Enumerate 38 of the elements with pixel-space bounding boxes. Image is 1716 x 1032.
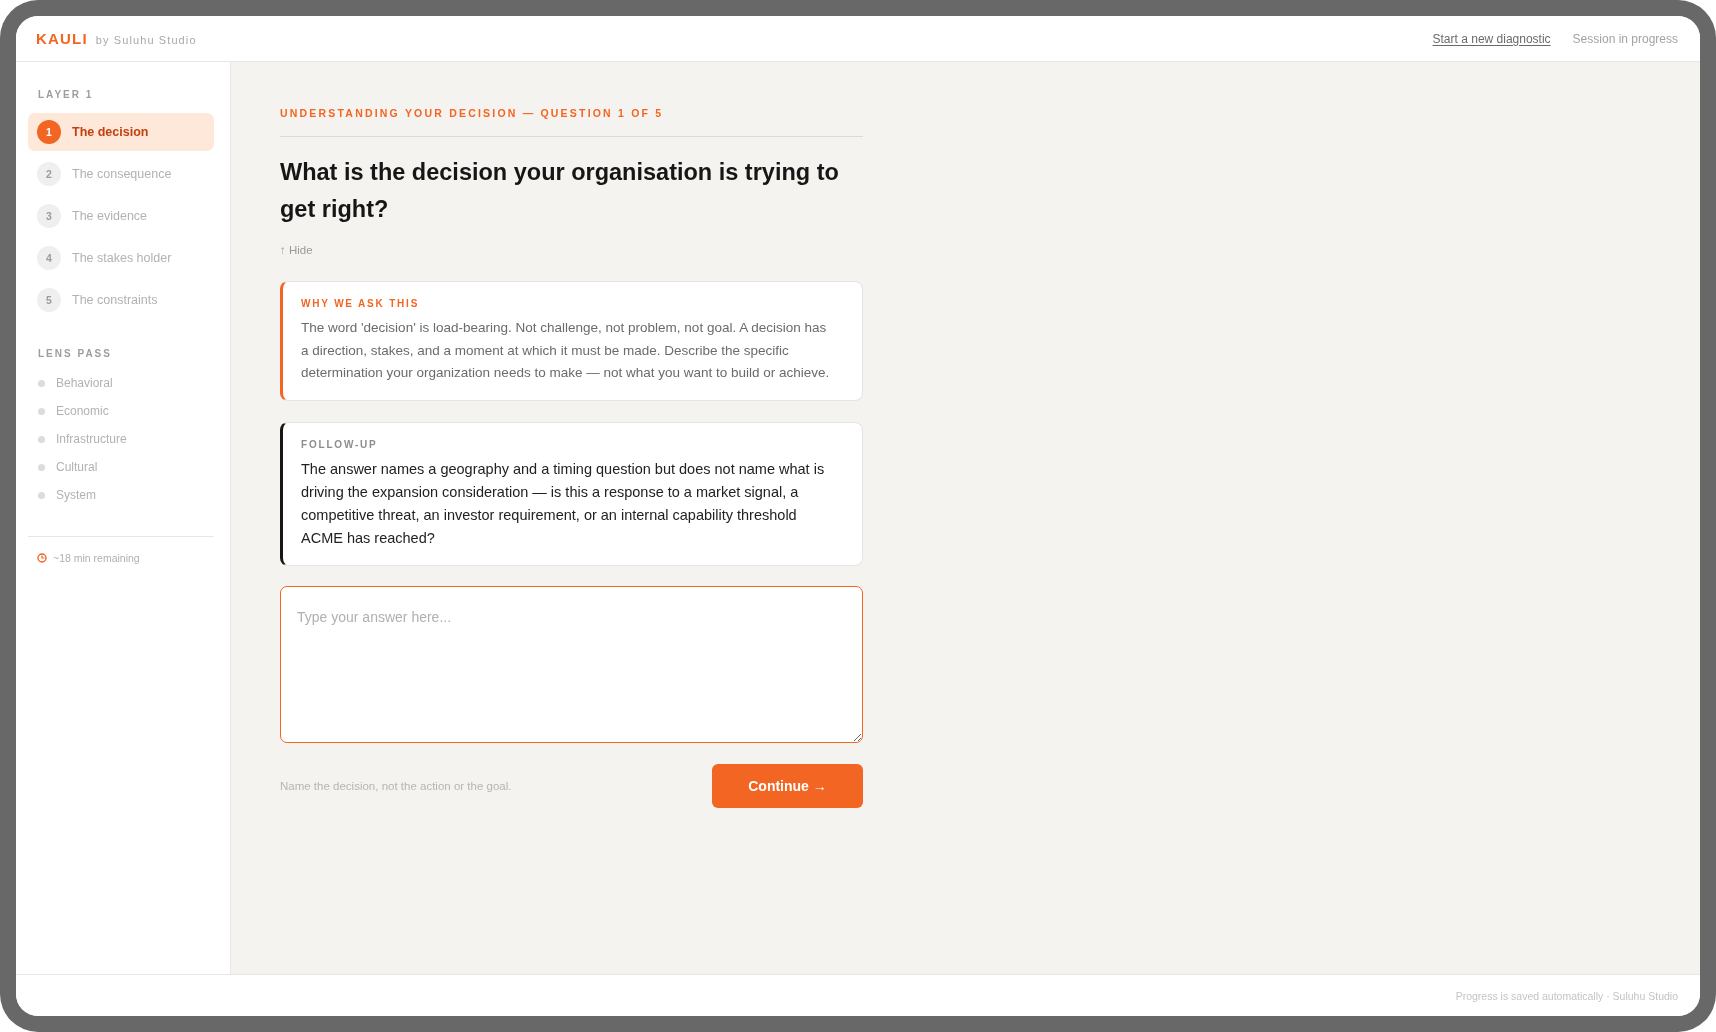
session-status: Session in progress bbox=[1572, 31, 1678, 46]
bullet-dot-icon bbox=[38, 379, 45, 387]
step-number: 4 bbox=[37, 246, 61, 270]
bullet-dot-icon bbox=[38, 435, 45, 443]
answer-hint: Name the decision, not the action or the goal. bbox=[280, 779, 512, 792]
byline: by Suluhu Studio bbox=[95, 34, 197, 46]
sidebar-step[interactable]: 4 The stakes holder bbox=[28, 239, 214, 277]
card-text: The word 'decision' is load-bearing. Not challenge, not problem, not goal. A decision has a direction, stakes, and a moment at which it must be made. Describe the specific determination your organization needs to make — not what you want to build or achieve. bbox=[301, 319, 831, 382]
question-progress-label: UNDERSTANDING YOUR DECISION — QUESTION 1 OF 5 bbox=[280, 106, 664, 121]
card-text: The answer names a geography and a timing question but does not name what is driving the expansion consideration — is this a response to a market signal, a competitive threat, an investor requirement, or an internal capability threshold ACME has reached? bbox=[301, 459, 826, 548]
step-number: 3 bbox=[37, 204, 61, 228]
sidebar-step[interactable]: 2 The consequence bbox=[28, 155, 214, 193]
time-remaining: ~18 min remaining bbox=[53, 552, 140, 564]
bullet-dot-icon bbox=[38, 407, 45, 415]
question-heading: What is the decision your organisation is trying to get right? bbox=[280, 158, 840, 224]
clock-icon bbox=[37, 553, 47, 563]
section-label: LENS PASS bbox=[38, 347, 112, 361]
hide-toggle[interactable]: ↑ Hide bbox=[280, 241, 313, 259]
lens-item: System bbox=[56, 488, 96, 502]
lens-item: Behavioral bbox=[56, 376, 113, 390]
lens-item: Economic bbox=[56, 404, 109, 418]
lens-item: Cultural bbox=[56, 460, 98, 474]
step-number: 1 bbox=[37, 120, 61, 144]
lens-item: Infrastructure bbox=[56, 432, 127, 446]
section-label: LAYER 1 bbox=[38, 88, 94, 102]
continue-button[interactable]: Continue → bbox=[712, 763, 863, 808]
card-label: WHY WE ASK THIS bbox=[301, 297, 420, 311]
new-diagnostic-link[interactable]: Start a new diagnostic bbox=[1432, 31, 1551, 46]
card-label: FOLLOW-UP bbox=[301, 437, 378, 452]
answer-field[interactable]: Type your answer here... bbox=[280, 585, 863, 743]
app-logo: KAULI bbox=[36, 30, 88, 47]
bullet-dot-icon bbox=[38, 463, 45, 471]
sidebar-step[interactable]: 3 The evidence bbox=[28, 197, 214, 235]
sidebar-step[interactable]: 5 The constraints bbox=[28, 281, 214, 319]
bullet-dot-icon bbox=[38, 491, 45, 499]
step-number: 2 bbox=[37, 162, 61, 186]
sidebar-step[interactable]: 1 The decision bbox=[28, 113, 214, 151]
step-number: 5 bbox=[37, 288, 61, 312]
